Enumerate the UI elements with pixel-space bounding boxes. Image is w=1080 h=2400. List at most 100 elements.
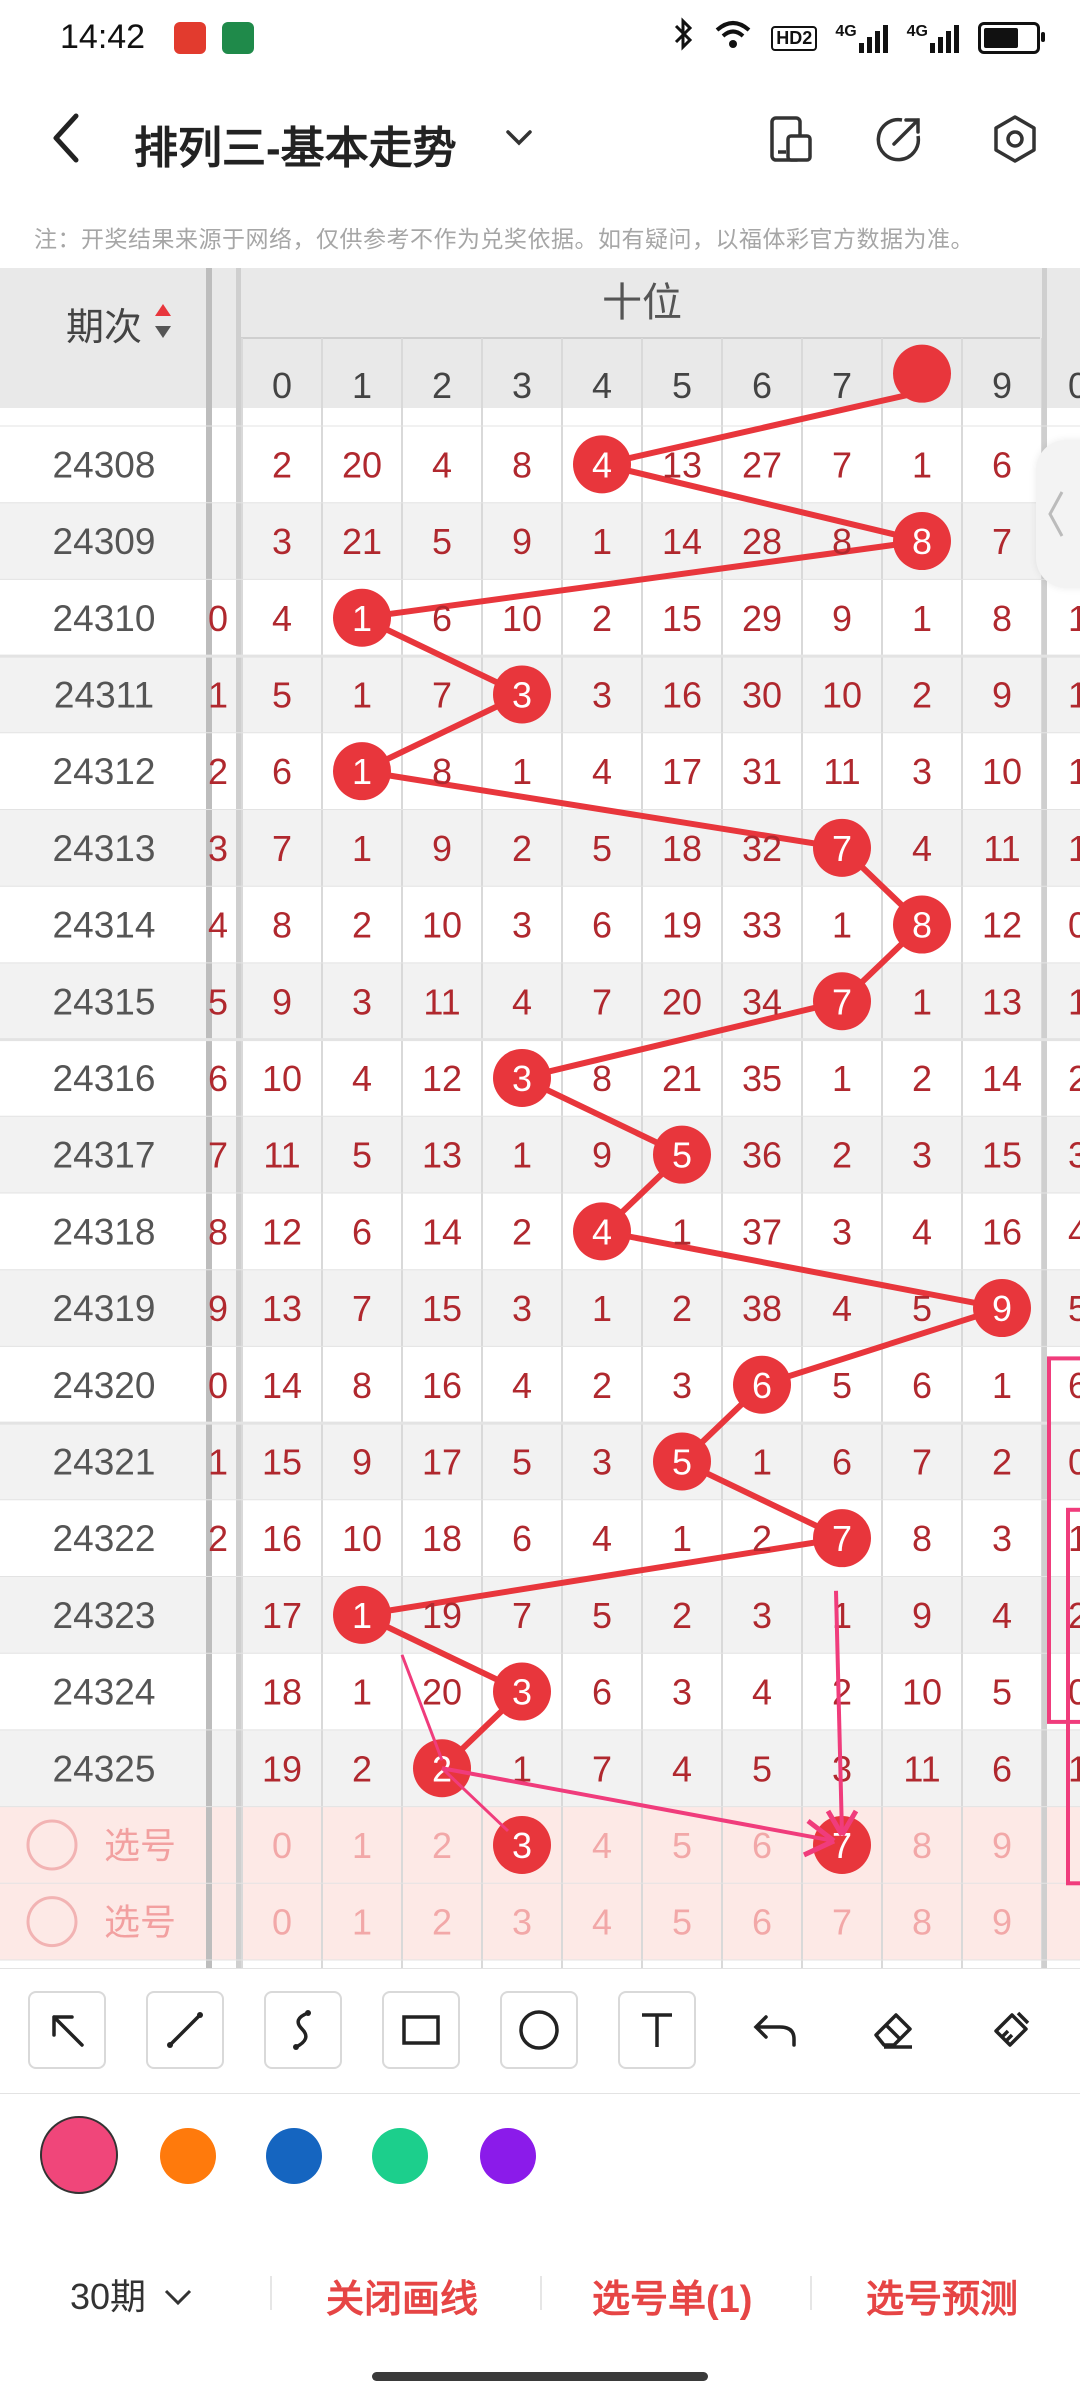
- undo-icon[interactable]: [736, 1991, 814, 2069]
- color-swatch[interactable]: [372, 2128, 428, 2184]
- prev-section-value: 0: [208, 598, 228, 639]
- status-time: 14:42: [60, 18, 146, 56]
- omission-value: 14: [982, 1058, 1022, 1099]
- omission-value: 6: [272, 751, 292, 792]
- omission-value: 2: [512, 1211, 532, 1252]
- home-indicator[interactable]: [372, 2372, 708, 2381]
- omission-value: 33: [742, 905, 782, 946]
- curve-tool-icon[interactable]: [264, 1991, 342, 2069]
- omission-value: 7: [912, 1441, 932, 1482]
- omission-value: 4: [352, 1058, 372, 1099]
- omission-value: 4: [912, 1211, 932, 1252]
- close-drawing-button[interactable]: 关闭画线: [326, 2268, 478, 2323]
- omission-value: 17: [262, 1595, 302, 1636]
- omission-value: 9: [352, 1441, 372, 1482]
- settings-icon[interactable]: [988, 112, 1042, 166]
- selection-predict-button[interactable]: 选号预测: [866, 2268, 1018, 2323]
- clear-icon[interactable]: [972, 1991, 1050, 2069]
- omission-value: 34: [742, 981, 782, 1022]
- omission-value: 15: [662, 598, 702, 639]
- period-select[interactable]: 30期: [70, 2268, 194, 2320]
- omission-value: 11: [903, 1748, 940, 1789]
- omission-value: 1: [672, 1211, 692, 1252]
- prev-section-value: 8: [208, 1211, 228, 1252]
- circle-tool-icon[interactable]: [500, 1991, 578, 2069]
- prev-section-value: 1: [208, 1441, 228, 1482]
- omission-value: 2: [352, 1748, 372, 1789]
- next-section-value: 6: [1068, 1365, 1080, 1406]
- omission-value: 2: [512, 828, 532, 869]
- hit-ball-partial: [893, 344, 951, 403]
- select-digit: 2: [432, 1825, 452, 1866]
- omission-value: 18: [422, 1518, 462, 1559]
- next-section-value: 1: [1068, 751, 1080, 792]
- omission-value: 3: [592, 674, 612, 715]
- section-separator: [236, 268, 241, 1968]
- hit-number: 7: [832, 981, 852, 1022]
- digit-header: 6: [752, 365, 772, 406]
- partial-row: [0, 408, 1080, 426]
- back-button[interactable]: [44, 108, 94, 168]
- select-digit: 8: [912, 1902, 932, 1943]
- chevron-down-icon[interactable]: [504, 122, 534, 152]
- selection-list-button[interactable]: 选号单(1): [592, 2268, 752, 2323]
- arrow-tool-icon[interactable]: [28, 1991, 106, 2069]
- omission-value: 3: [912, 751, 932, 792]
- rectangle-tool-icon[interactable]: [382, 1991, 460, 2069]
- omission-value: 21: [662, 1058, 702, 1099]
- omission-value: 5: [992, 1672, 1012, 1713]
- color-swatch-selected[interactable]: [40, 2116, 118, 2194]
- oppo-app-icon: [222, 22, 254, 54]
- chevron-left-icon: [53, 113, 79, 163]
- period-label: 24316: [53, 1058, 156, 1099]
- period-label: 24314: [53, 905, 156, 946]
- omission-value: 3: [752, 1595, 772, 1636]
- share-icon[interactable]: [872, 112, 926, 166]
- color-swatch[interactable]: [266, 2128, 322, 2184]
- divider: [540, 2276, 542, 2310]
- omission-value: 28: [742, 521, 782, 562]
- omission-value: 7: [512, 1595, 532, 1636]
- omission-value: 4: [432, 444, 452, 485]
- trend-chart-svg[interactable]: 期次十位012345678902430822048413277162430932…: [0, 268, 1080, 1968]
- prev-section-value: 7: [208, 1135, 228, 1176]
- omission-value: 1: [592, 521, 612, 562]
- omission-value: 4: [512, 1365, 532, 1406]
- phone-layout-icon[interactable]: [764, 112, 818, 166]
- omission-value: 10: [262, 1058, 302, 1099]
- next-section-value: 0: [1068, 1441, 1080, 1482]
- omission-value: 3: [912, 1135, 932, 1176]
- line-tool-icon[interactable]: [146, 1991, 224, 2069]
- omission-value: 16: [662, 674, 702, 715]
- omission-value: 4: [832, 1288, 852, 1329]
- omission-value: 8: [272, 905, 292, 946]
- signal-4g-icon: 4G: [835, 23, 888, 53]
- period-label: 24321: [53, 1441, 156, 1482]
- page-title[interactable]: 排列三-基本走势: [134, 112, 457, 176]
- trend-chart-grid[interactable]: 期次十位012345678902430822048413277162430932…: [0, 268, 1080, 1968]
- select-digit: 3: [512, 1902, 532, 1943]
- omission-value: 5: [352, 1135, 372, 1176]
- period-label: 24309: [53, 521, 156, 562]
- status-icons: HD2 4G 4G: [673, 16, 1045, 60]
- prev-section-value: 2: [208, 751, 228, 792]
- eraser-icon[interactable]: [854, 1991, 932, 2069]
- color-swatch[interactable]: [160, 2128, 216, 2184]
- prev-section-value: 0: [208, 1365, 228, 1406]
- omission-value: 8: [592, 1058, 612, 1099]
- omission-value: 4: [752, 1672, 772, 1713]
- side-collapse-tab[interactable]: [1036, 440, 1080, 588]
- omission-value: 13: [262, 1288, 302, 1329]
- omission-value: 10: [342, 1518, 382, 1559]
- color-swatch[interactable]: [480, 2128, 536, 2184]
- omission-value: 7: [992, 521, 1012, 562]
- period-label: 24318: [53, 1211, 156, 1252]
- period-label: 24310: [53, 598, 156, 639]
- hit-number: 6: [752, 1365, 772, 1406]
- select-digit: 4: [592, 1902, 612, 1943]
- text-tool-icon[interactable]: [618, 1991, 696, 2069]
- omission-value: 7: [832, 444, 852, 485]
- omission-value: 31: [742, 751, 782, 792]
- period-label: 24322: [53, 1518, 156, 1559]
- select-digit: 0: [272, 1902, 292, 1943]
